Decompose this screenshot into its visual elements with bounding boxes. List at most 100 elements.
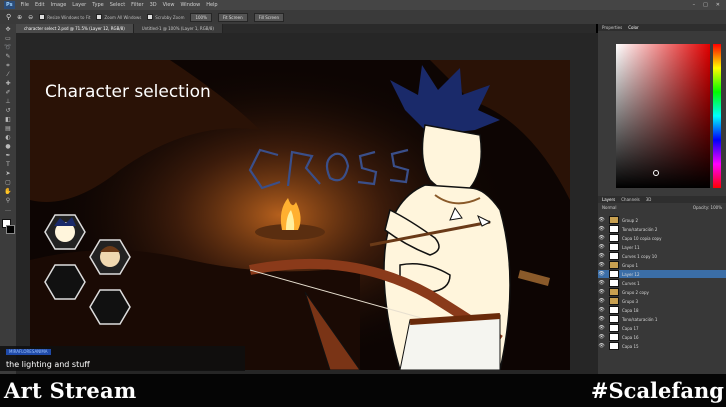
chat-message: the lighting and stuff [6,360,90,369]
layer-row[interactable]: 👁 Capa 15 [598,342,726,350]
stamp-tool-icon[interactable]: ⊥ [4,99,12,105]
path-select-tool-icon[interactable]: ➤ [4,171,12,177]
visibility-eye-icon[interactable]: 👁 [598,334,605,340]
folder-icon [609,216,619,224]
dodge-tool-icon[interactable]: ● [4,144,12,150]
menu-layer[interactable]: Layer [72,2,86,8]
background-color-swatch[interactable] [6,225,15,234]
fit-screen-button[interactable]: Fit Screen [217,12,248,22]
layers-panel-tabs: Layers Channels 3D [598,196,726,203]
zoom-in-icon[interactable]: ⊕ [17,14,22,21]
layer-row[interactable]: 👁 Layer 12 [598,270,726,278]
visibility-eye-icon[interactable]: 👁 [598,280,605,286]
document-canvas[interactable]: Character selection [30,60,570,370]
layer-row[interactable]: 👁 Curves 1 copy 10 [598,252,726,260]
layer-row[interactable]: 👁 Capa 16 [598,333,726,341]
visibility-eye-icon[interactable]: 👁 [598,235,605,241]
eraser-tool-icon[interactable]: ◧ [4,117,12,123]
resize-windows-checkbox[interactable]: Resize Windows to Fit [39,14,90,20]
tab-untitled-1[interactable]: Untitled-1 @ 100% (Layer 1, RGB/8) [133,24,223,33]
gradient-tool-icon[interactable]: ▤ [4,126,12,132]
zoom-out-icon[interactable]: ⊖ [28,14,33,21]
visibility-eye-icon[interactable]: 👁 [598,298,605,304]
visibility-eye-icon[interactable]: 👁 [598,244,605,250]
zoom-all-windows-checkbox[interactable]: Zoom All Windows [96,14,141,20]
visibility-eye-icon[interactable]: 👁 [598,316,605,322]
marquee-tool-icon[interactable]: ▭ [4,36,12,42]
menu-image[interactable]: Image [51,2,67,8]
blur-tool-icon[interactable]: ◐ [4,135,12,141]
hue-slider[interactable] [713,44,721,188]
menu-type[interactable]: Type [92,2,103,8]
visibility-eye-icon[interactable]: 👁 [598,307,605,313]
minimize-icon[interactable]: – [693,2,696,8]
layer-name: Capa 10 copia copy [622,235,662,241]
tab-color[interactable]: Color [628,25,638,30]
visibility-eye-icon[interactable]: 👁 [598,217,605,223]
layer-thumbnail [609,225,619,233]
tab-layers[interactable]: Layers [602,197,615,202]
visibility-eye-icon[interactable]: 👁 [598,325,605,331]
maximize-icon[interactable]: □ [703,2,708,8]
pen-tool-icon[interactable]: ✒ [4,153,12,159]
layer-row[interactable]: 👁 Grupo 1 [598,261,726,269]
history-brush-tool-icon[interactable]: ↺ [4,108,12,114]
fill-screen-button[interactable]: Fill Screen [253,12,284,22]
menu-window[interactable]: Window [180,2,200,8]
blend-mode-select[interactable]: Normal [602,205,616,210]
layer-row[interactable]: 👁 Tono/saturación 2 [598,225,726,233]
scrubby-zoom-checkbox[interactable]: Scrubby Zoom [147,14,184,20]
color-picker-cursor[interactable] [653,170,659,176]
folder-icon [609,288,619,296]
visibility-eye-icon[interactable]: 👁 [598,262,605,268]
visibility-eye-icon[interactable]: 👁 [598,289,605,295]
layer-row[interactable]: 👁 Curves 1 [598,279,726,287]
healing-tool-icon[interactable]: ✚ [4,81,12,87]
layer-name: Layer 12 [622,271,640,277]
menu-help[interactable]: Help [206,2,217,8]
folder-icon [609,261,619,269]
visibility-eye-icon[interactable]: 👁 [598,271,605,277]
menu-view[interactable]: View [163,2,175,8]
options-bar: ⚲ ⊕ ⊖ Resize Windows to Fit Zoom All Win… [0,10,726,24]
layer-name: Tono/saturación 1 [622,316,658,322]
tab-3d[interactable]: 3D [646,197,652,202]
visibility-eye-icon[interactable]: 👁 [598,226,605,232]
zoom-tool-icon[interactable]: ⚲ [6,13,11,21]
visibility-eye-icon[interactable]: 👁 [598,343,605,349]
layer-row[interactable]: 👁 Capa 17 [598,324,726,332]
more-tools-icon[interactable]: … [4,207,12,213]
menu-select[interactable]: Select [110,2,125,8]
hand-tool-icon[interactable]: ✋ [4,189,12,195]
zoom-tool-icon[interactable]: ⚲ [4,198,12,204]
opacity-field[interactable]: Opacity: 100% [693,205,722,210]
layer-row[interactable]: 👁 Capa 10 copia copy [598,234,726,242]
type-tool-icon[interactable]: T [4,162,12,168]
tab-properties[interactable]: Properties [602,25,622,30]
crop-tool-icon[interactable]: ⌗ [4,63,12,69]
menu-edit[interactable]: Edit [35,2,45,8]
color-picker-field[interactable] [616,44,710,188]
tab-channels[interactable]: Channels [621,197,640,202]
shape-tool-icon[interactable]: ▢ [4,180,12,186]
layer-row[interactable]: 👁 Tono/saturación 1 [598,315,726,323]
tab-character-select[interactable]: character select 2.psd @ 71.5% (Layer 12… [16,24,134,33]
brush-tool-icon[interactable]: ✐ [4,90,12,96]
folder-icon [609,297,619,305]
layer-row[interactable]: 👁 Layer 11 [598,243,726,251]
layer-row[interactable]: 👁 Capa 18 [598,306,726,314]
menu-filter[interactable]: Filter [131,2,143,8]
layer-thumbnail [609,324,619,332]
menu-3d[interactable]: 3D [150,2,157,8]
layer-row[interactable]: 👁 Group 2 [598,216,726,224]
zoom-100-button[interactable]: 100% [190,12,212,22]
menu-file[interactable]: File [21,2,29,8]
layer-row[interactable]: 👁 Grupo 2 copy [598,288,726,296]
quick-select-tool-icon[interactable]: ✎ [4,54,12,60]
layer-row[interactable]: 👁 Grupo 3 [598,297,726,305]
visibility-eye-icon[interactable]: 👁 [598,253,605,259]
close-icon[interactable]: ✕ [716,2,720,8]
move-tool-icon[interactable]: ✥ [4,27,12,33]
lasso-tool-icon[interactable]: ➰ [4,45,12,51]
eyedropper-tool-icon[interactable]: ⁄ [4,72,12,78]
